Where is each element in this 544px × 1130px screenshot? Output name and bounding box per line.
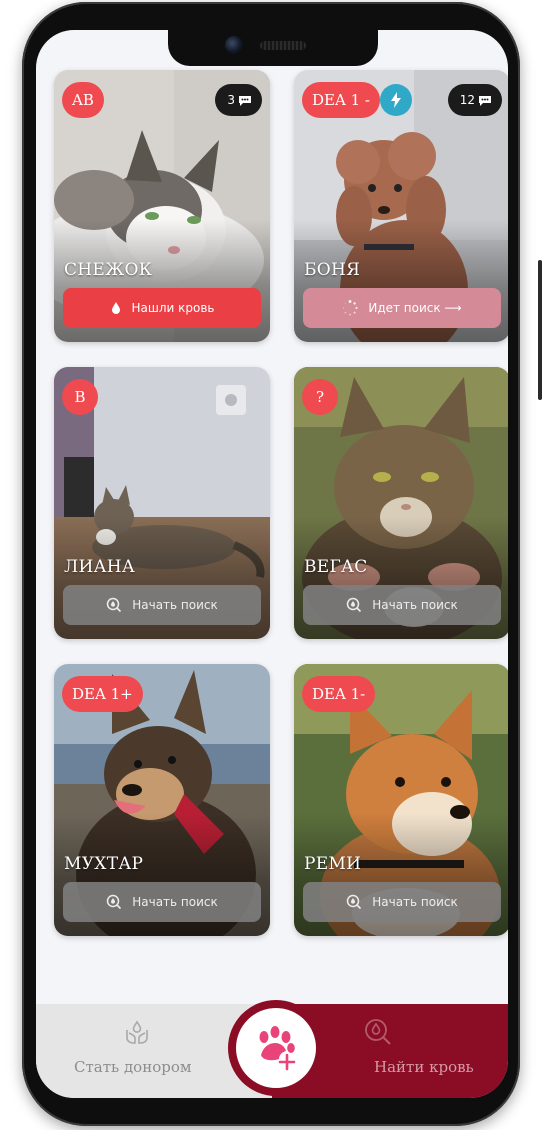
action-label: Идет поиск ⟶ xyxy=(368,301,462,315)
blood-found-button[interactable]: Нашли кровь xyxy=(63,288,261,328)
add-pet-button[interactable] xyxy=(236,1008,316,1088)
search-drop-icon xyxy=(346,597,362,613)
search-in-progress-button[interactable]: Идет поиск ⟶ xyxy=(303,288,501,328)
pet-card[interactable]: DEA 1+ МУХТАР Начать поиск xyxy=(54,664,270,936)
earpiece-speaker xyxy=(260,41,306,50)
pet-name: ВЕГАС xyxy=(304,557,368,577)
comments-count[interactable]: 12 xyxy=(447,84,502,116)
paw-plus-icon xyxy=(259,1026,296,1071)
action-label: Начать поиск xyxy=(132,598,218,612)
comments-count-label: 3 xyxy=(227,93,235,107)
pet-card[interactable]: DEA 1 - 12 БОНЯ Идет поиск ⟶ xyxy=(294,70,508,342)
search-drop-icon xyxy=(106,597,122,613)
blood-type-badge: DEA 1- xyxy=(302,676,376,712)
blood-type-badge: DEA 1+ xyxy=(62,676,143,712)
pet-name: БОНЯ xyxy=(304,260,361,280)
search-drop-icon xyxy=(346,894,362,910)
pet-name: РЕМИ xyxy=(304,854,362,874)
pet-name: МУХТАР xyxy=(64,854,144,874)
pet-card[interactable]: DEA 1- РЕМИ Начать поиск xyxy=(294,664,508,936)
app-screen: AB 3 СНЕЖОК Нашли кровь DEA 1 - 12 БОНЯ … xyxy=(36,30,508,1098)
pet-card[interactable]: B ЛИАНА Начать поиск xyxy=(54,367,270,639)
search-drop-icon xyxy=(106,894,122,910)
blood-type-badge: AB xyxy=(62,82,104,118)
phone-notch xyxy=(168,30,378,66)
urgent-badge xyxy=(380,84,412,116)
pet-name: ЛИАНА xyxy=(64,557,136,577)
find-blood-label: Найти кровь xyxy=(374,1058,474,1076)
pet-name: СНЕЖОК xyxy=(64,260,153,280)
start-search-button[interactable]: Начать поиск xyxy=(303,585,501,625)
blood-type-badge: DEA 1 - xyxy=(302,82,380,118)
blood-drop-icon xyxy=(111,302,120,314)
search-drop-icon xyxy=(365,1019,391,1045)
front-camera xyxy=(225,36,243,54)
pet-card[interactable]: ? ВЕГАС Начать поиск xyxy=(294,367,508,639)
start-search-button[interactable]: Начать поиск xyxy=(63,882,261,922)
phone-side-button xyxy=(538,260,542,400)
chat-bubble-icon xyxy=(239,95,251,106)
action-label: Начать поиск xyxy=(372,598,458,612)
comments-count[interactable]: 3 xyxy=(215,84,262,116)
chat-bubble-icon xyxy=(479,95,491,106)
blood-type-badge: ? xyxy=(302,379,338,415)
action-label: Начать поиск xyxy=(132,895,218,909)
comments-count-label: 12 xyxy=(459,93,475,107)
start-search-button[interactable]: Начать поиск xyxy=(63,585,261,625)
become-donor-label: Стать донором xyxy=(74,1058,192,1076)
action-label: Начать поиск xyxy=(372,895,458,909)
start-search-button[interactable]: Начать поиск xyxy=(303,882,501,922)
donor-hands-icon xyxy=(126,1020,148,1044)
bottom-navigation: Стать донором Найти кровь xyxy=(36,1000,508,1098)
lightning-icon xyxy=(391,92,401,108)
action-label: Нашли кровь xyxy=(131,301,215,315)
pet-card[interactable]: AB 3 СНЕЖОК Нашли кровь xyxy=(54,70,270,342)
loading-spinner-icon xyxy=(343,300,358,316)
blood-type-badge: B xyxy=(62,379,98,415)
